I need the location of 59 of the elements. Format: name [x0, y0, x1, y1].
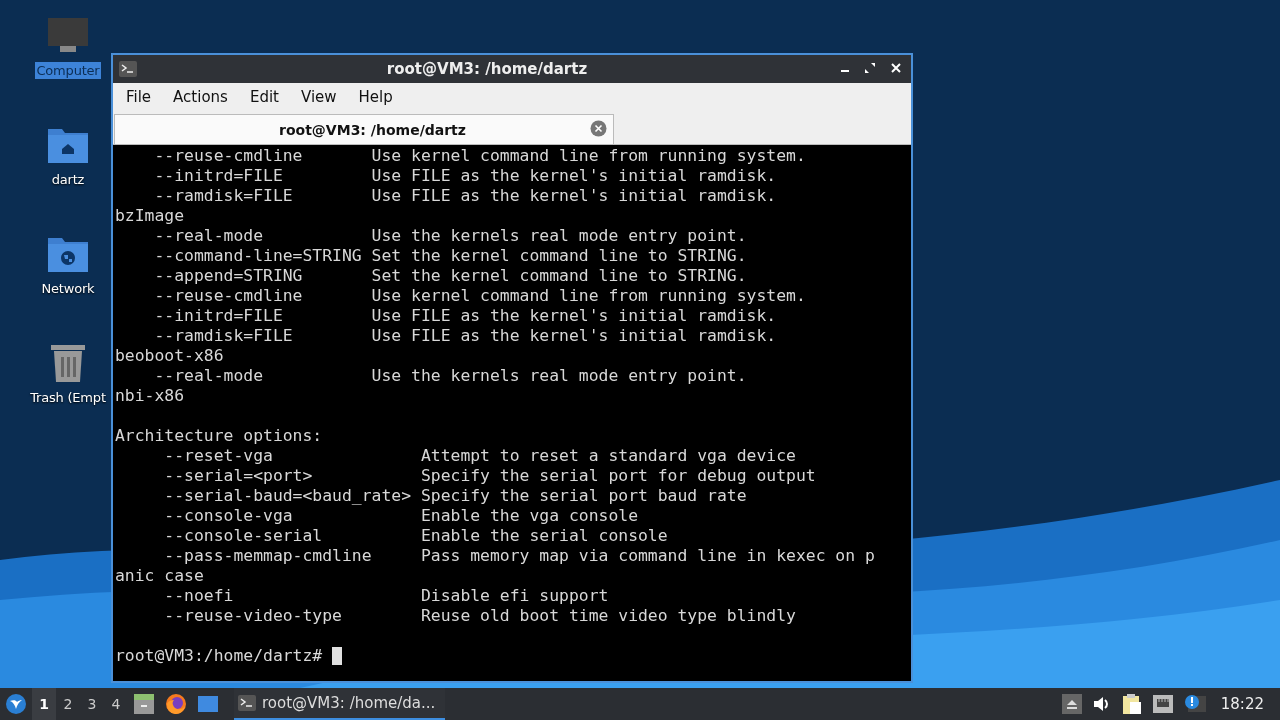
- workspace-button[interactable]: 3: [80, 688, 104, 720]
- terminal-line: --noefi Disable efi support: [163, 586, 609, 606]
- eject-icon[interactable]: [1061, 694, 1082, 714]
- menu-item[interactable]: File: [115, 88, 163, 106]
- window-title: root@VM3: /home/dartz: [385, 60, 589, 78]
- terminal-icon: [238, 695, 256, 711]
- terminal-line: --initrd=FILE Use FILE as the kernel's initial ramdisk.: [153, 166, 777, 186]
- network-folder-icon: [47, 236, 89, 274]
- terminal-line: --reuse-video-type Reuse old boot time video type blindly: [163, 606, 796, 626]
- terminal-area[interactable]: [113, 145, 911, 681]
- terminal-line: --pass-memmap-cmdline Pass memory map via command line in kexec on p: [163, 546, 875, 566]
- terminal-line: bzImage: [115, 206, 185, 226]
- text-cursor: [332, 647, 343, 665]
- close-tab-icon[interactable]: [590, 119, 607, 137]
- terminal-icon: [119, 61, 137, 77]
- terminal-line: Architecture options:: [115, 426, 323, 446]
- taskbar-task-button[interactable]: root@VM3: /home/da...: [234, 688, 446, 720]
- menu-item[interactable]: Edit: [238, 88, 290, 106]
- terminal-line: nbi-x86: [115, 386, 185, 406]
- firefox-icon[interactable]: [165, 693, 187, 715]
- desktop-icon-label[interactable]: Computer: [35, 62, 101, 79]
- desktop-icon-label[interactable]: Network: [40, 280, 96, 297]
- file-cabinet-icon[interactable]: [133, 694, 155, 714]
- terminal-line: --serial-baud=<baud_rate> Specify the serial port baud rate: [163, 486, 747, 506]
- shell-prompt: root@VM3:/home/dartz#: [115, 646, 323, 666]
- desktop-icon[interactable]: [197, 694, 219, 714]
- terminal-line: --serial=<port> Specify the serial port for debug output: [163, 466, 816, 486]
- menu-item[interactable]: View: [289, 88, 348, 106]
- terminal-line: --real-mode Use the kernels real mode entry point.: [153, 366, 747, 386]
- desktop-icon-label[interactable]: Trash (Empt: [29, 389, 107, 406]
- home-folder-icon: [47, 127, 89, 165]
- tab[interactable]: root@VM3: /home/dartz: [114, 114, 614, 144]
- workspace-button[interactable]: 4: [104, 688, 128, 720]
- terminal-line: --real-mode Use the kernels real mode entry point.: [153, 226, 747, 246]
- terminal-line: --console-vga Enable the vga console: [163, 506, 638, 526]
- terminal-line: --ramdisk=FILE Use FILE as the kernel's initial ramdisk.: [153, 186, 777, 206]
- start-menu-icon[interactable]: [5, 693, 27, 715]
- menu-item[interactable]: Actions: [162, 88, 239, 106]
- desktop-icon-label[interactable]: dartz: [50, 171, 86, 188]
- close-icon: [890, 62, 902, 74]
- notification-icon[interactable]: [1183, 694, 1206, 714]
- terminal-line: --ramdisk=FILE Use FILE as the kernel's initial ramdisk.: [153, 326, 777, 346]
- terminal-line: --console-serial Enable the serial console: [163, 526, 668, 546]
- network-icon[interactable]: [1151, 694, 1174, 714]
- terminal-line: beoboot-x86: [115, 346, 224, 366]
- terminal-line: --initrd=FILE Use FILE as the kernel's initial ramdisk.: [153, 306, 777, 326]
- terminal-line: --reuse-cmdline Use kernel command line from running system.: [153, 146, 806, 166]
- terminal-line: anic case: [115, 566, 204, 586]
- clock[interactable]: 18:22: [1220, 695, 1264, 713]
- workspace-button[interactable]: 2: [56, 688, 80, 720]
- clipboard-icon[interactable]: [1121, 693, 1142, 715]
- menu-item[interactable]: Help: [347, 88, 404, 106]
- terminal-line: --reset-vga Attempt to reset a standard vga device: [163, 446, 796, 466]
- workspace-button[interactable]: 1: [32, 688, 56, 720]
- trash-icon: [49, 343, 87, 383]
- terminal-line: --reuse-cmdline Use kernel command line from running system.: [153, 286, 806, 306]
- terminal-line: --command-line=STRING Set the kernel command line to STRING.: [153, 246, 747, 266]
- terminal-line: --append=STRING Set the kernel command line to STRING.: [153, 266, 747, 286]
- maximize-icon: [864, 62, 876, 74]
